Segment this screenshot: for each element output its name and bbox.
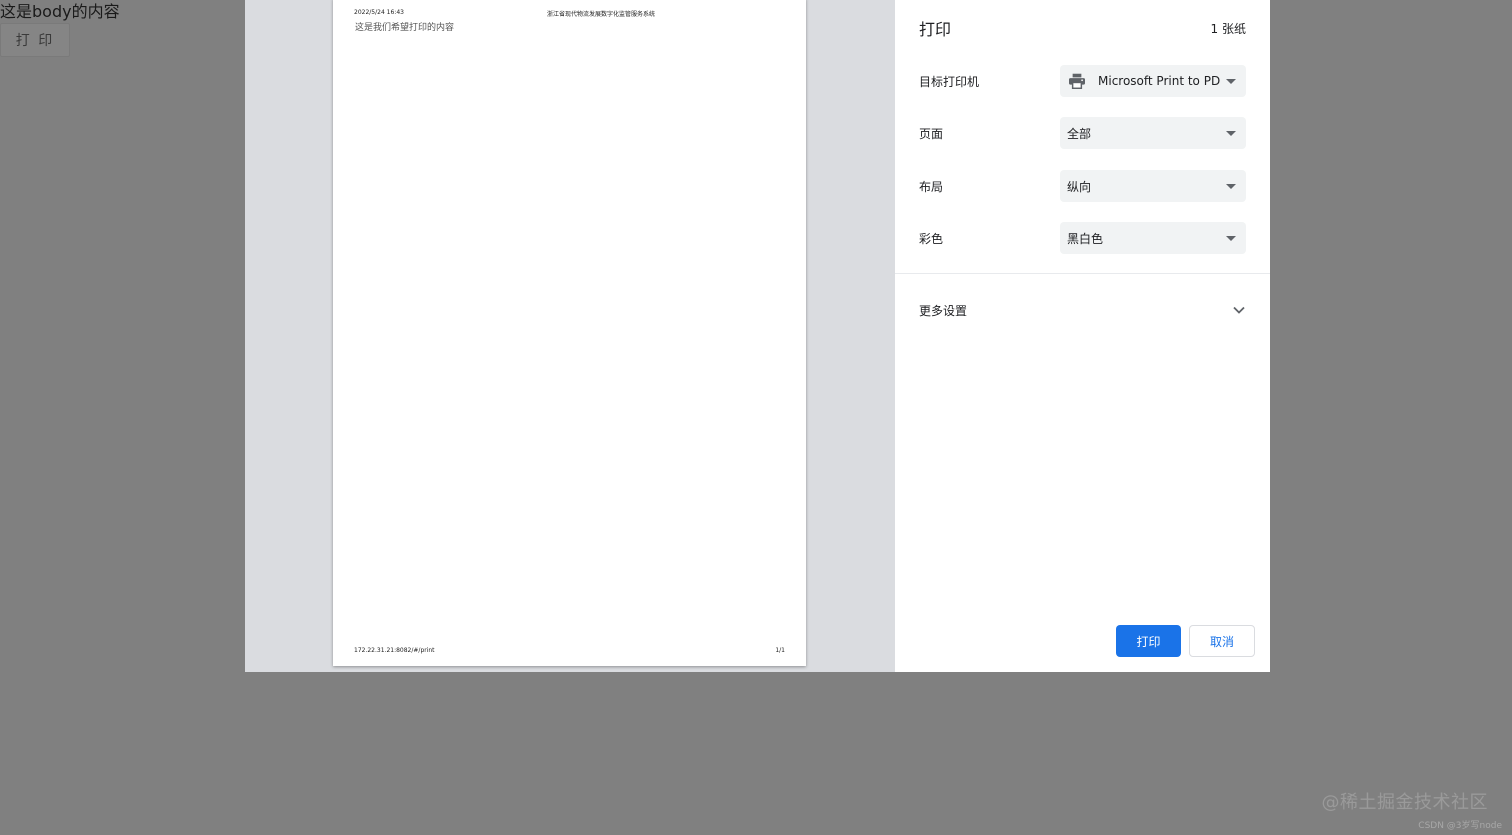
section-divider <box>895 273 1270 274</box>
print-button[interactable]: 打印 <box>1116 625 1181 657</box>
sidebar-header: 打印 1 张纸 <box>919 14 1246 42</box>
dropdown-arrow-icon <box>1226 130 1236 136</box>
color-label: 彩色 <box>919 231 944 246</box>
destination-row: 目标打印机 Microsoft Print to PDF <box>919 65 1246 97</box>
body-text: 这是body的内容 <box>0 2 120 21</box>
printer-icon <box>1069 73 1085 89</box>
layout-select[interactable]: 纵向 <box>1060 170 1246 202</box>
page-print-button[interactable]: 打 印 <box>0 23 70 57</box>
more-settings-label: 更多设置 <box>919 303 968 318</box>
destination-select[interactable]: Microsoft Print to PDF <box>1060 65 1246 97</box>
color-row: 彩色 黑白色 <box>919 222 1246 254</box>
print-settings-sidebar: 打印 1 张纸 目标打印机 Microsoft Print to PDF 页面 … <box>895 0 1270 672</box>
dialog-title: 打印 <box>919 20 952 39</box>
preview-header-title: 浙江省现代物流发展数字化监管服务系统 <box>547 11 656 18</box>
preview-footer-page: 1/1 <box>775 647 785 654</box>
layout-value: 纵向 <box>1067 179 1092 194</box>
print-preview-area: 2022/5/24 16:43 浙江省现代物流发展数字化监管服务系统 这是我们希… <box>245 0 895 672</box>
preview-content: 这是我们希望打印的内容 <box>355 23 455 33</box>
destination-value: Microsoft Print to PDF <box>1098 74 1220 88</box>
sheet-count: 1 张纸 <box>1210 21 1246 36</box>
color-value: 黑白色 <box>1067 231 1104 246</box>
cancel-button[interactable]: 取消 <box>1189 625 1255 657</box>
color-select[interactable]: 黑白色 <box>1060 222 1246 254</box>
watermark-text: @稀土掘金技术社区 <box>1321 792 1488 813</box>
preview-footer-url: 172.22.31.21:8082/#/print <box>354 647 435 654</box>
chevron-down-icon <box>1233 306 1245 314</box>
dropdown-arrow-icon <box>1226 78 1236 84</box>
layout-label: 布局 <box>919 179 944 194</box>
dropdown-arrow-icon <box>1226 235 1236 241</box>
watermark-subtext: CSDN @3岁写node <box>1418 821 1502 831</box>
pages-label: 页面 <box>919 126 944 141</box>
pages-select[interactable]: 全部 <box>1060 117 1246 149</box>
print-dialog: 2022/5/24 16:43 浙江省现代物流发展数字化监管服务系统 这是我们希… <box>245 0 1270 672</box>
dropdown-arrow-icon <box>1226 183 1236 189</box>
pages-row: 页面 全部 <box>919 117 1246 149</box>
more-settings-toggle[interactable]: 更多设置 <box>919 295 1246 325</box>
preview-header-date: 2022/5/24 16:43 <box>354 9 404 16</box>
pages-value: 全部 <box>1067 126 1092 141</box>
preview-page: 2022/5/24 16:43 浙江省现代物流发展数字化监管服务系统 这是我们希… <box>333 0 806 666</box>
layout-row: 布局 纵向 <box>919 170 1246 202</box>
destination-label: 目标打印机 <box>919 74 980 89</box>
